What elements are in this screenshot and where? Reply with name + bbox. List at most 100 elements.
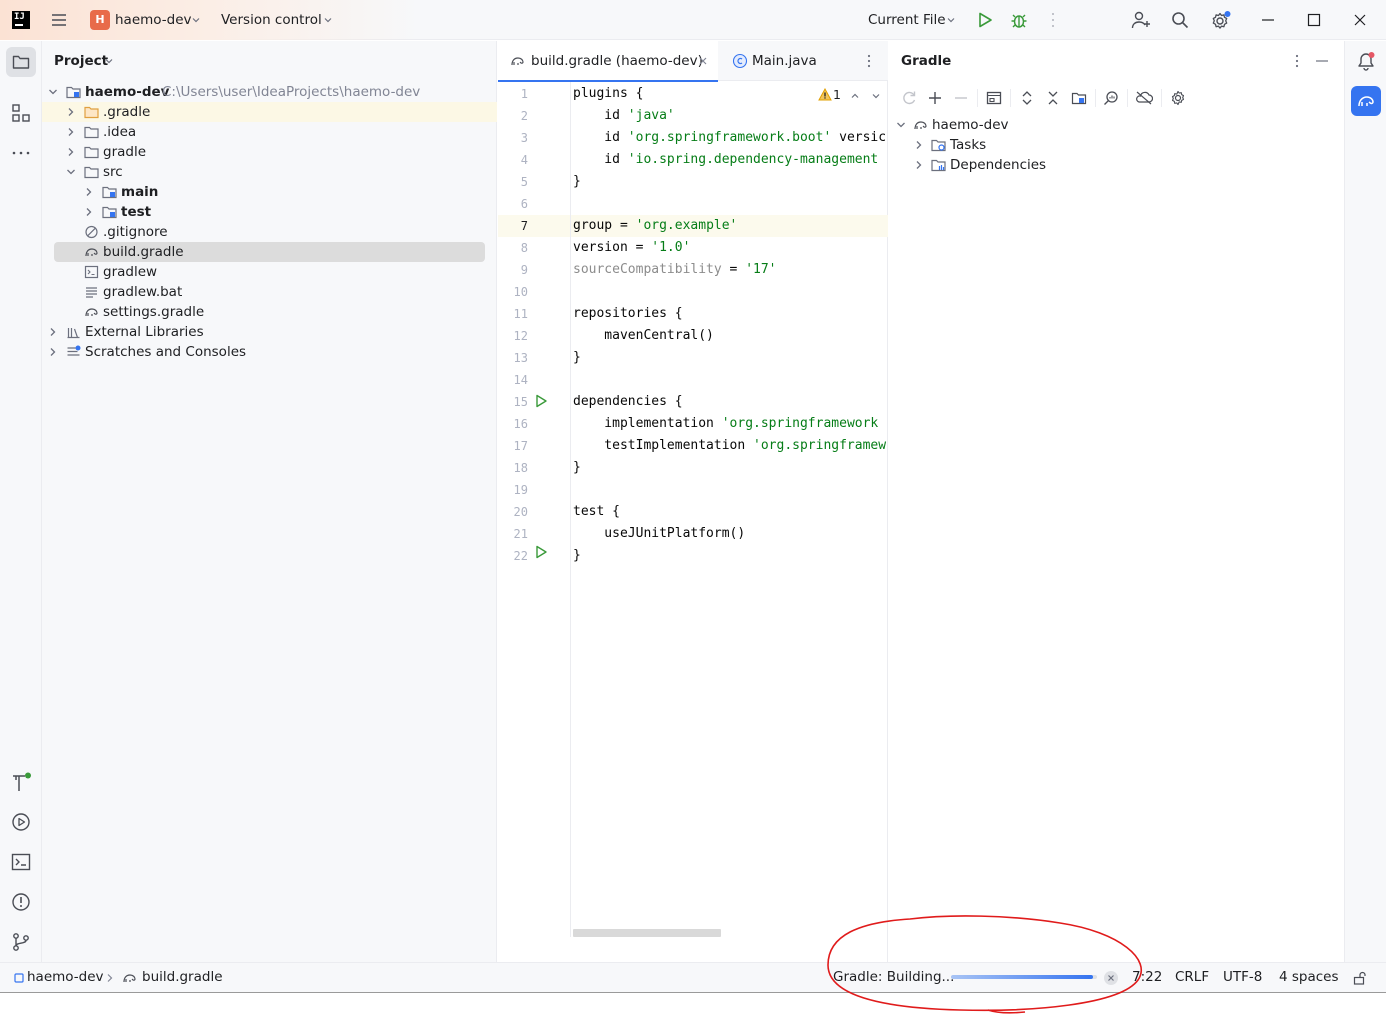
line-number[interactable]: 2 xyxy=(498,105,528,127)
code-editor[interactable]: 1 2 3 4 5 6 7 8 9 10 11 12 13 14 15 16 17 18 19 20 21 22 plug… xyxy=(498,82,888,937)
add-user-icon[interactable] xyxy=(1131,11,1151,29)
chevron-right-icon[interactable] xyxy=(84,207,94,217)
chevron-right-icon[interactable] xyxy=(66,147,76,157)
offline-mode-icon[interactable] xyxy=(1135,90,1153,106)
line-number[interactable]: 17 xyxy=(498,435,528,457)
more-actions-icon[interactable] xyxy=(1050,12,1056,28)
intellij-logo-icon[interactable]: IJ xyxy=(12,11,30,29)
project-tool-button[interactable] xyxy=(6,47,36,77)
code-line[interactable]: id 'org.springframework.boot' versic xyxy=(573,127,888,149)
add-icon[interactable] xyxy=(927,90,943,106)
chevron-right-icon[interactable] xyxy=(84,187,94,197)
code-line[interactable] xyxy=(573,281,888,303)
chevron-right-icon[interactable] xyxy=(66,127,76,137)
code-line[interactable] xyxy=(573,193,888,215)
gradle-dependencies-node[interactable]: Dependencies xyxy=(889,155,1344,175)
read-only-lock-icon[interactable] xyxy=(1353,971,1367,985)
analyze-dependencies-icon[interactable] xyxy=(1103,90,1119,106)
line-number[interactable]: 4 xyxy=(498,149,528,171)
hide-panel-icon[interactable] xyxy=(1315,55,1329,67)
vcs-menu[interactable]: Version control xyxy=(221,12,322,28)
warning-icon[interactable] xyxy=(818,88,832,101)
tree-node-scratches[interactable]: Scratches and Consoles xyxy=(42,342,497,362)
line-number[interactable]: 22 xyxy=(498,545,528,567)
tree-node-dot-gradle[interactable]: .gradle xyxy=(42,102,497,122)
close-tab-icon[interactable] xyxy=(698,56,708,66)
tree-node-gradlew[interactable]: gradlew xyxy=(42,262,497,282)
problems-icon[interactable] xyxy=(11,892,31,912)
settings-gear-icon[interactable] xyxy=(1210,10,1232,32)
notifications-bell-icon[interactable] xyxy=(1356,51,1376,71)
project-panel-title[interactable]: Project xyxy=(54,53,108,69)
main-menu-icon[interactable] xyxy=(50,11,68,29)
line-number[interactable]: 7 xyxy=(498,215,528,237)
line-separator[interactable]: CRLF xyxy=(1175,969,1209,985)
tab-options-icon[interactable] xyxy=(866,53,872,69)
line-number[interactable]: 10 xyxy=(498,281,528,303)
minimize-window-icon[interactable] xyxy=(1260,12,1276,28)
tree-node-settings-gradle[interactable]: settings.gradle xyxy=(42,302,497,322)
project-switcher[interactable]: haemo-dev xyxy=(115,12,192,28)
chevron-down-icon[interactable] xyxy=(66,167,76,177)
run-gutter-icon[interactable] xyxy=(534,394,548,408)
line-number[interactable]: 11 xyxy=(498,303,528,325)
link-project-icon[interactable] xyxy=(1071,90,1087,106)
line-number[interactable]: 19 xyxy=(498,479,528,501)
code-line[interactable]: sourceCompatibility = '17' xyxy=(573,259,888,281)
tree-node-main[interactable]: main xyxy=(42,182,497,202)
terminal-icon[interactable] xyxy=(11,852,31,872)
line-number[interactable]: 8 xyxy=(498,237,528,259)
code-line[interactable]: id 'java' xyxy=(573,105,888,127)
code-line[interactable]: group = 'org.example' xyxy=(573,215,888,237)
code-line[interactable]: dependencies { xyxy=(573,391,888,413)
services-icon[interactable] xyxy=(11,812,31,832)
code-line[interactable]: } xyxy=(573,545,888,567)
code-line[interactable]: } xyxy=(573,171,888,193)
horizontal-scrollbar[interactable] xyxy=(573,929,721,937)
chevron-right-icon[interactable] xyxy=(66,107,76,117)
line-number[interactable]: 6 xyxy=(498,193,528,215)
line-number[interactable]: 14 xyxy=(498,369,528,391)
line-number[interactable]: 20 xyxy=(498,501,528,523)
code-line[interactable] xyxy=(573,369,888,391)
line-number[interactable]: 21 xyxy=(498,523,528,545)
toggle-offline-icon[interactable] xyxy=(986,90,1002,106)
debug-icon[interactable] xyxy=(1010,11,1028,29)
structure-icon[interactable] xyxy=(11,103,31,123)
tree-node-build-gradle[interactable]: build.gradle xyxy=(54,242,485,262)
code-line[interactable]: implementation 'org.springframework xyxy=(573,413,888,435)
chevron-down-icon[interactable] xyxy=(896,120,906,130)
tree-node-test[interactable]: test xyxy=(42,202,497,222)
previous-highlight-icon[interactable] xyxy=(850,91,860,101)
chevron-right-icon[interactable] xyxy=(48,327,58,337)
tree-node-gradle[interactable]: gradle xyxy=(42,142,497,162)
run-icon[interactable] xyxy=(976,11,994,29)
line-number[interactable]: 13 xyxy=(498,347,528,369)
indent-setting[interactable]: 4 spaces xyxy=(1279,969,1339,985)
code-line[interactable]: } xyxy=(573,347,888,369)
code-line[interactable]: test { xyxy=(573,501,888,523)
tree-node-external-libraries[interactable]: External Libraries xyxy=(42,322,497,342)
remove-icon[interactable] xyxy=(953,90,969,106)
collapse-all-icon[interactable] xyxy=(1045,90,1061,106)
project-badge[interactable]: H xyxy=(90,10,110,30)
tree-node-gitignore[interactable]: .gitignore xyxy=(42,222,497,242)
close-window-icon[interactable] xyxy=(1352,12,1368,28)
chevron-right-icon[interactable] xyxy=(914,140,924,150)
gradle-settings-icon[interactable] xyxy=(1170,90,1186,106)
more-tools-icon[interactable] xyxy=(11,143,31,163)
code-line[interactable]: mavenCentral() xyxy=(573,325,888,347)
line-number[interactable]: 12 xyxy=(498,325,528,347)
gradle-root-node[interactable]: haemo-dev xyxy=(889,115,1344,135)
tree-node-root[interactable]: haemo-dev C:\Users\user\IdeaProjects\hae… xyxy=(42,82,497,102)
gradle-tasks-node[interactable]: Tasks xyxy=(889,135,1344,155)
line-number[interactable]: 18 xyxy=(498,457,528,479)
gradle-tool-button[interactable] xyxy=(1351,86,1381,116)
code-line[interactable]: repositories { xyxy=(573,303,888,325)
next-highlight-icon[interactable] xyxy=(871,91,881,101)
chevron-down-icon[interactable] xyxy=(48,87,58,97)
code-line[interactable]: id 'io.spring.dependency-management xyxy=(573,149,888,171)
breadcrumb-project[interactable]: haemo-dev xyxy=(27,969,104,985)
chevron-right-icon[interactable] xyxy=(914,160,924,170)
expand-all-icon[interactable] xyxy=(1019,90,1035,106)
